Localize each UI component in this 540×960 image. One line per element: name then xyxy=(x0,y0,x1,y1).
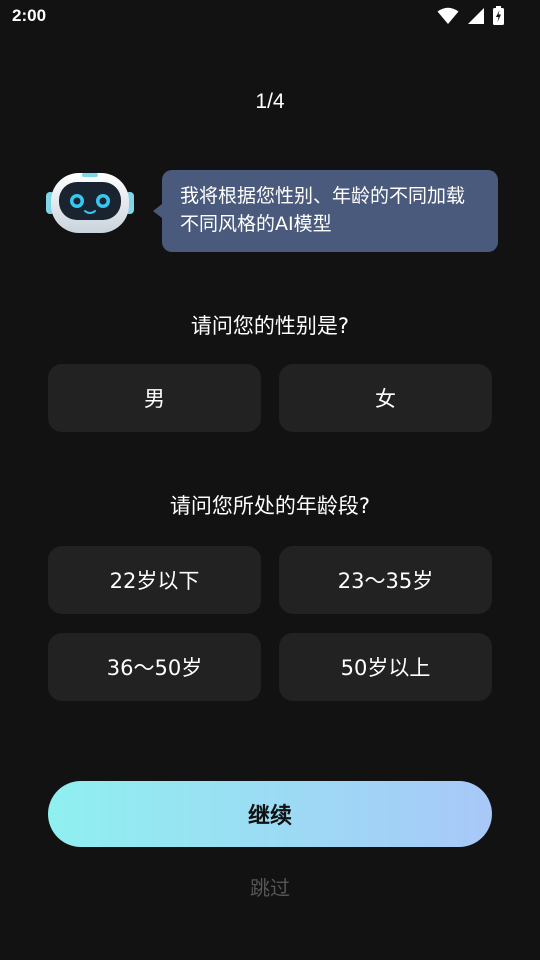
skip-button[interactable]: 跳过 xyxy=(0,872,540,901)
age-option-23-35[interactable]: 23～35岁 xyxy=(279,546,492,614)
signal-icon xyxy=(467,7,485,25)
age-option-under-22[interactable]: 22岁以下 xyxy=(48,546,261,614)
age-option-over-50[interactable]: 50岁以上 xyxy=(279,633,492,701)
age-question-title: 请问您所处的年龄段? xyxy=(169,494,371,518)
gender-question-title: 请问您的性别是? xyxy=(190,314,350,338)
battery-charging-icon xyxy=(493,6,504,25)
age-option-36-50[interactable]: 36～50岁 xyxy=(48,633,261,701)
robot-icon xyxy=(44,168,136,238)
page-indicator: 1/4 xyxy=(255,90,285,113)
assistant-message-bubble: 我将根据您性别、年龄的不同加载 不同风格的AI模型 xyxy=(153,170,498,252)
gender-option-male[interactable]: 男 xyxy=(48,364,261,432)
gender-option-female[interactable]: 女 xyxy=(279,364,492,432)
status-bar: 2:00 xyxy=(0,0,540,34)
continue-button[interactable]: 继续 xyxy=(48,781,492,847)
status-icons xyxy=(437,6,504,25)
assistant-message-line1: 我将根据您性别、年龄的不同加载 xyxy=(180,185,466,207)
assistant-message-line2: 不同风格的AI模型 xyxy=(180,213,332,235)
wifi-icon xyxy=(437,7,459,25)
status-time: 2:00 xyxy=(12,6,47,25)
